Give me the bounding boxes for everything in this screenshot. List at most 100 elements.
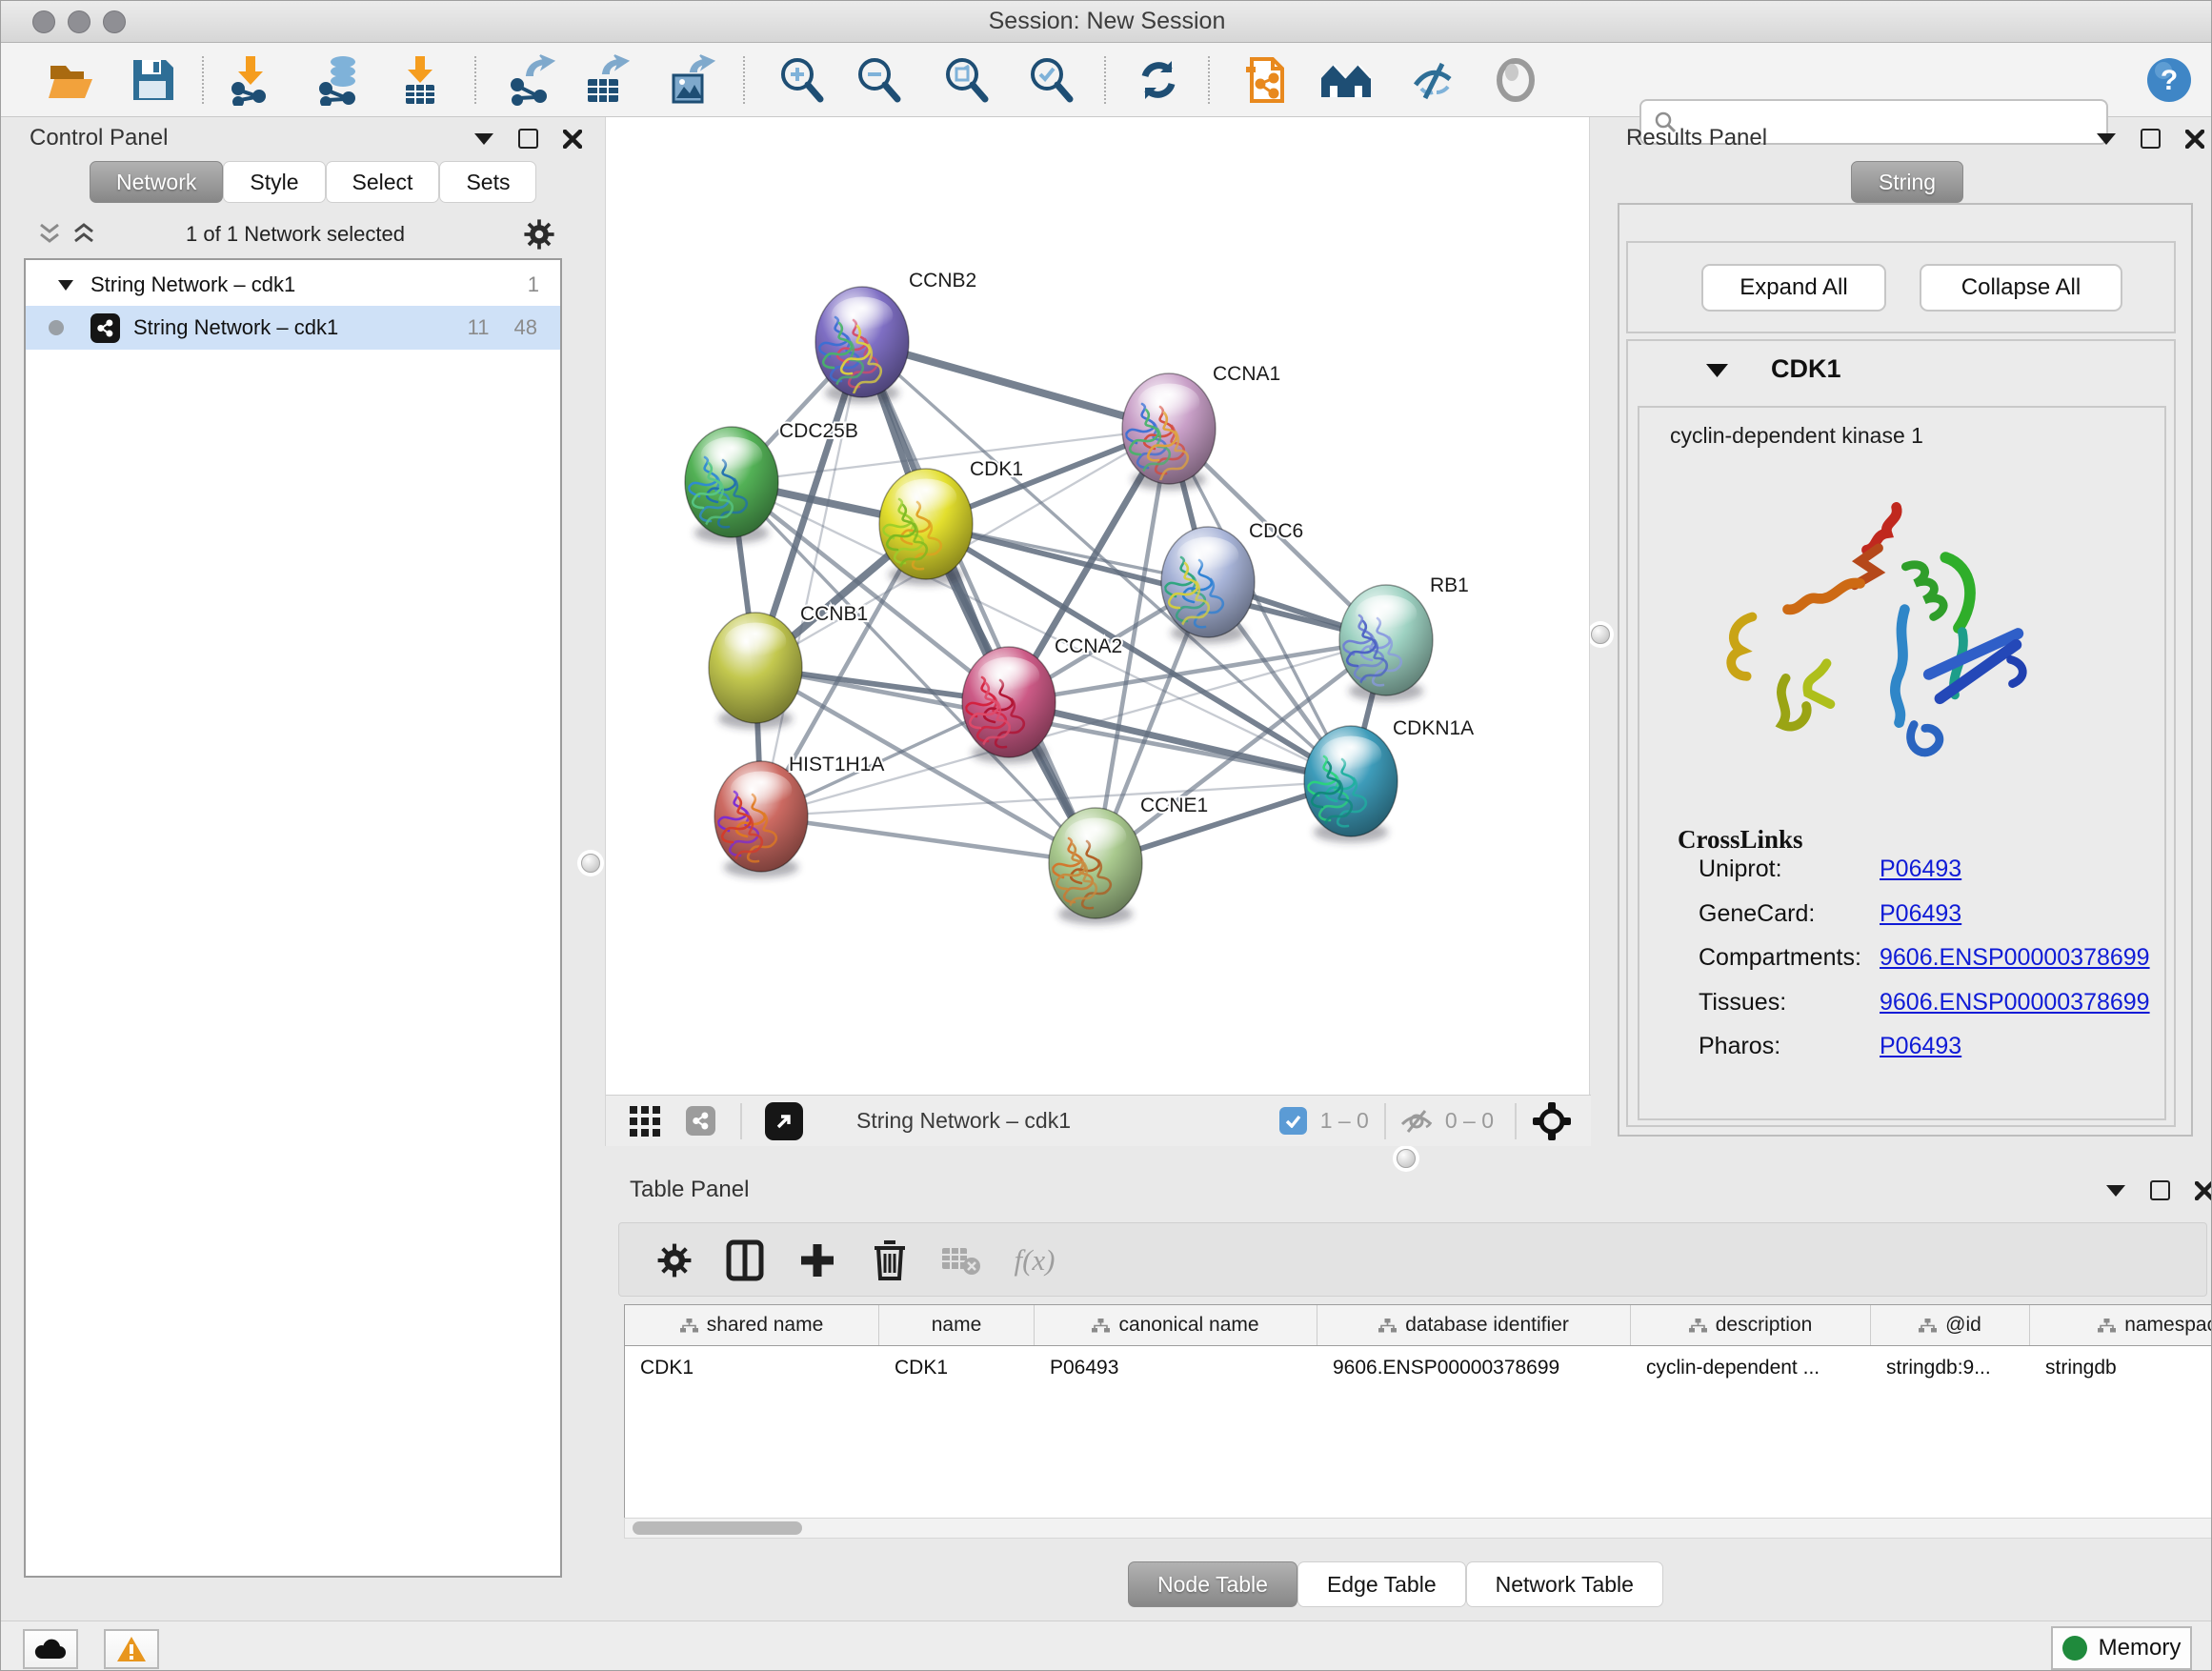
zoom-selected-icon[interactable] xyxy=(1026,55,1076,105)
tab-edge-table[interactable]: Edge Table xyxy=(1297,1561,1466,1607)
delete-table-icon[interactable] xyxy=(940,1244,982,1277)
column-header-id[interactable]: @id xyxy=(1871,1305,2030,1345)
panel-float-icon[interactable] xyxy=(2150,1180,2170,1200)
right-splitter-handle[interactable] xyxy=(1591,625,1610,644)
tab-select[interactable]: Select xyxy=(326,161,440,203)
panel-float-icon[interactable] xyxy=(2141,129,2161,149)
export-image-icon[interactable] xyxy=(668,54,715,106)
collection-expand-icon[interactable] xyxy=(58,280,73,291)
table-cell[interactable]: P06493 xyxy=(1035,1357,1317,1379)
panel-close-icon[interactable] xyxy=(563,130,582,149)
panel-float-icon[interactable] xyxy=(518,129,538,149)
cloud-status-button[interactable] xyxy=(23,1629,78,1669)
table-horizontal-scrollbar[interactable] xyxy=(624,1518,2212,1539)
panel-close-icon[interactable] xyxy=(2185,130,2204,149)
add-column-icon[interactable] xyxy=(798,1241,836,1279)
network-node-ccna1[interactable]: CCNA1 xyxy=(1122,363,1280,490)
toolbar-separator xyxy=(1208,56,1210,104)
hide-glass-icon[interactable] xyxy=(1408,56,1459,104)
column-header-shared-name[interactable]: shared name xyxy=(625,1305,879,1345)
network-options-gear-icon[interactable] xyxy=(523,218,555,251)
network-node-cdc6[interactable]: CDC6 xyxy=(1161,520,1303,643)
help-icon[interactable]: ? xyxy=(2145,56,2193,104)
scrollbar-thumb[interactable] xyxy=(633,1521,802,1535)
crosslink-row: GeneCard:P06493 xyxy=(1699,900,2156,944)
open-file-icon[interactable] xyxy=(47,56,96,104)
column-header-database-identifier[interactable]: database identifier xyxy=(1317,1305,1631,1345)
panel-menu-icon[interactable] xyxy=(2097,133,2116,145)
table-cell[interactable]: cyclin-dependent ... xyxy=(1631,1357,1871,1379)
network-node-ccne1[interactable]: CCNE1 xyxy=(1049,795,1208,924)
crosslinks-title: CrossLinks xyxy=(1678,825,1803,855)
refresh-icon[interactable] xyxy=(1134,55,1183,105)
zoom-fit-icon[interactable] xyxy=(941,55,991,105)
crosslink-link[interactable]: P06493 xyxy=(1880,856,1961,899)
crosslink-link[interactable]: 9606.ENSP00000378699 xyxy=(1880,989,2150,1033)
memory-button[interactable]: Memory xyxy=(2051,1626,2192,1670)
export-network-icon[interactable] xyxy=(508,54,555,106)
table-cell[interactable]: CDK1 xyxy=(625,1357,879,1379)
new-network-from-selection-icon[interactable] xyxy=(1242,53,1288,107)
save-session-icon[interactable] xyxy=(130,56,175,104)
selected-nodes-checkbox[interactable] xyxy=(1279,1107,1307,1135)
tab-network-table[interactable]: Network Table xyxy=(1466,1561,1663,1607)
tab-node-table[interactable]: Node Table xyxy=(1128,1561,1297,1607)
zoom-in-icon[interactable] xyxy=(776,55,826,105)
crosslink-link[interactable]: P06493 xyxy=(1880,900,1961,944)
network-node-ccnb2[interactable]: CCNB2 xyxy=(815,270,976,403)
detach-view-icon[interactable] xyxy=(765,1102,803,1140)
column-type-icon xyxy=(1919,1319,1937,1333)
show-glass-icon[interactable] xyxy=(1493,57,1538,103)
tab-sets[interactable]: Sets xyxy=(439,161,536,203)
export-table-icon[interactable] xyxy=(582,54,630,106)
network-edge xyxy=(926,524,1386,640)
application-window: Session: New Session xyxy=(0,0,2212,1671)
network-node-hist1h1a[interactable]: HIST1H1A xyxy=(714,754,884,877)
collapse-all-button[interactable]: Collapse All xyxy=(1920,264,2122,312)
import-network-from-database-icon[interactable] xyxy=(314,54,366,106)
left-splitter-handle[interactable] xyxy=(581,854,600,873)
column-header-name[interactable]: name xyxy=(879,1305,1035,1345)
network-view-share-icon[interactable] xyxy=(686,1106,715,1136)
table-cell[interactable]: stringdb xyxy=(2030,1357,2212,1379)
table-cell[interactable]: 9606.ENSP00000378699 xyxy=(1317,1357,1631,1379)
network-node-cdkn1a[interactable]: CDKN1A xyxy=(1304,717,1474,842)
table-cell[interactable]: CDK1 xyxy=(879,1357,1035,1379)
function-builder-icon[interactable]: f(x) xyxy=(1014,1243,1055,1278)
node-gloss xyxy=(832,296,894,333)
panel-menu-icon[interactable] xyxy=(2106,1185,2125,1197)
table-row[interactable]: CDK1CDK1P064939606.ENSP00000378699cyclin… xyxy=(625,1346,2212,1390)
expand-all-button[interactable]: Expand All xyxy=(1701,264,1886,312)
tab-network[interactable]: Network xyxy=(90,161,223,203)
network-node-cdk1[interactable]: CDK1 xyxy=(879,458,1023,585)
delete-column-icon[interactable] xyxy=(872,1239,908,1281)
table-cell[interactable]: stringdb:9... xyxy=(1871,1357,2030,1379)
network-collection-row[interactable]: String Network – cdk1 1 xyxy=(26,264,560,306)
crosslink-link[interactable]: P06493 xyxy=(1880,1033,1961,1077)
bird-eye-crosshair-icon[interactable] xyxy=(1532,1101,1572,1141)
network-node-rb1[interactable]: RB1 xyxy=(1339,574,1469,701)
tab-string[interactable]: String xyxy=(1851,161,1963,203)
column-header-canonical-name[interactable]: canonical name xyxy=(1035,1305,1317,1345)
import-network-from-file-icon[interactable] xyxy=(227,54,274,106)
crosslink-link[interactable]: 9606.ENSP00000378699 xyxy=(1880,944,2150,988)
grid-view-icon[interactable] xyxy=(629,1105,661,1137)
table-options-gear-icon[interactable] xyxy=(656,1242,693,1278)
panel-close-icon[interactable] xyxy=(2195,1181,2212,1200)
warning-status-button[interactable] xyxy=(104,1629,159,1669)
horizontal-splitter-handle[interactable] xyxy=(1397,1149,1416,1168)
entry-details: cyclin-dependent kinase 1 xyxy=(1638,406,2166,1120)
column-header-namespace[interactable]: namespace xyxy=(2030,1305,2212,1345)
show-columns-icon[interactable] xyxy=(726,1239,764,1281)
tab-style[interactable]: Style xyxy=(223,161,325,203)
home-string-icon[interactable] xyxy=(1319,57,1373,103)
network-row[interactable]: String Network – cdk1 11 48 xyxy=(26,306,560,350)
node-gloss xyxy=(701,436,763,473)
panel-menu-icon[interactable] xyxy=(474,133,493,145)
entry-collapse-icon[interactable] xyxy=(1706,364,1728,377)
window-title: Session: New Session xyxy=(1,8,2212,35)
zoom-out-icon[interactable] xyxy=(854,55,903,105)
column-header-description[interactable]: description xyxy=(1631,1305,1871,1345)
network-canvas[interactable]: CCNB2CCNA1CDC25BCDK1CDC6RB1CCNB1CCNA2CDK… xyxy=(606,117,1591,1095)
import-table-from-file-icon[interactable] xyxy=(398,54,442,106)
